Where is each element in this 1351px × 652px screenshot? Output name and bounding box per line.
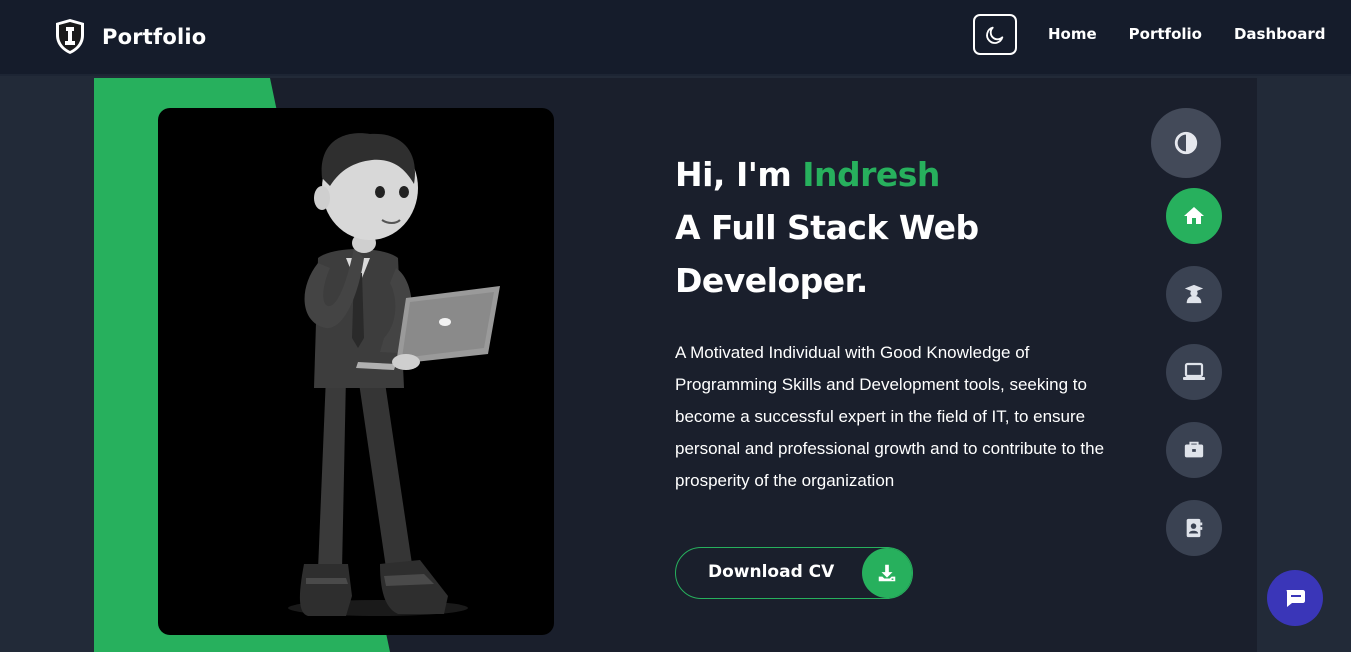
briefcase-icon bbox=[1184, 441, 1204, 458]
moon-icon bbox=[986, 26, 1004, 44]
side-nav-theme-button[interactable] bbox=[1151, 108, 1221, 178]
contact-book-icon bbox=[1186, 518, 1203, 538]
side-nav-education-button[interactable] bbox=[1166, 266, 1222, 322]
navbar: Portfolio Home Portfolio Dashboard bbox=[0, 0, 1351, 76]
hero-text: Hi, I'm Indresh A Full Stack Web Develop… bbox=[675, 148, 1115, 497]
graduate-icon bbox=[1184, 284, 1204, 304]
developer-illustration bbox=[288, 133, 500, 616]
name-text: Indresh bbox=[802, 155, 940, 194]
home-icon bbox=[1184, 207, 1204, 224]
download-cv-button[interactable]: Download CV bbox=[675, 547, 913, 599]
brand-title: Portfolio bbox=[102, 25, 207, 49]
download-icon bbox=[862, 548, 912, 598]
side-nav-home-button[interactable] bbox=[1166, 188, 1222, 244]
title-line-1: A Full Stack Web bbox=[675, 208, 979, 247]
nav-links: Home Portfolio Dashboard bbox=[1048, 25, 1325, 43]
profile-image bbox=[158, 108, 554, 635]
contrast-icon bbox=[1174, 131, 1198, 155]
hero-heading: Hi, I'm Indresh A Full Stack Web Develop… bbox=[675, 148, 1115, 307]
download-cv-label: Download CV bbox=[708, 562, 835, 582]
shield-logo-icon bbox=[56, 19, 84, 54]
laptop-icon bbox=[1183, 362, 1205, 380]
side-nav-experience-button[interactable] bbox=[1166, 422, 1222, 478]
side-nav-contact-button[interactable] bbox=[1166, 500, 1222, 556]
title-line-2: Developer. bbox=[675, 261, 868, 300]
hero-section: Hi, I'm Indresh A Full Stack Web Develop… bbox=[94, 78, 1257, 652]
greeting-text: Hi, I'm bbox=[675, 155, 803, 194]
nav-link-dashboard[interactable]: Dashboard bbox=[1234, 25, 1325, 43]
side-nav-projects-button[interactable] bbox=[1166, 344, 1222, 400]
hero-description: A Motivated Individual with Good Knowled… bbox=[675, 343, 1105, 490]
chat-bubble-icon bbox=[1286, 590, 1305, 607]
chat-button[interactable] bbox=[1267, 570, 1323, 626]
theme-toggle-button[interactable] bbox=[973, 14, 1017, 55]
nav-link-home[interactable]: Home bbox=[1048, 25, 1097, 43]
brand[interactable]: Portfolio bbox=[50, 17, 206, 57]
nav-link-portfolio[interactable]: Portfolio bbox=[1129, 25, 1202, 43]
